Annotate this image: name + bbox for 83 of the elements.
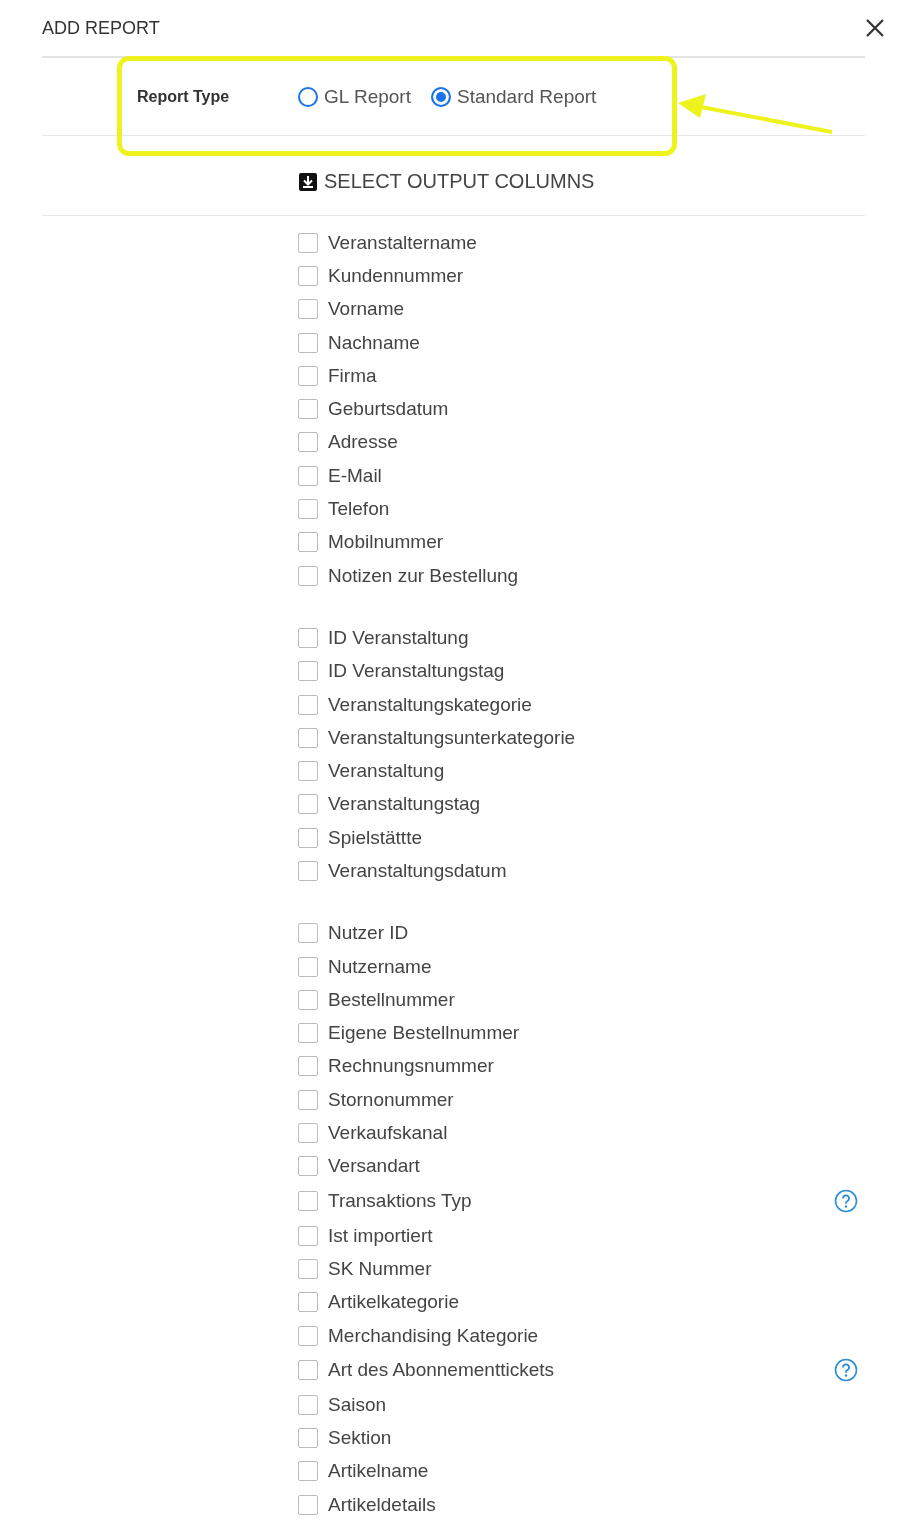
checkbox[interactable]	[298, 956, 318, 977]
column-option-label: Vorname	[328, 298, 405, 321]
checkbox[interactable]	[298, 432, 318, 453]
column-option-label: Ist importiert	[328, 1224, 433, 1247]
column-option-label: Adresse	[328, 431, 398, 454]
column-option-label: Rechnungsnummer	[328, 1055, 494, 1078]
column-option-label: Artikelname	[328, 1460, 429, 1483]
checkbox[interactable]	[298, 1292, 318, 1313]
checkbox[interactable]	[298, 365, 318, 386]
checkbox[interactable]	[298, 565, 318, 586]
checkbox[interactable]	[298, 761, 318, 782]
column-option-label: Saison	[328, 1393, 387, 1416]
column-option-label: Veranstaltung	[328, 760, 445, 783]
column-option-label: Merchandising Kategorie	[328, 1324, 539, 1347]
checkbox[interactable]	[298, 299, 318, 320]
help-icon[interactable]	[834, 1358, 858, 1383]
column-option-label: Veranstaltername	[328, 231, 477, 254]
checkbox[interactable]	[298, 861, 318, 881]
column-option-label: Nutzername	[328, 955, 432, 978]
column-option-label: SK Nummer	[328, 1257, 432, 1280]
checkbox[interactable]	[298, 1360, 318, 1381]
checkbox[interactable]	[298, 265, 318, 286]
column-option-label: Bestellnummer	[328, 988, 455, 1011]
column-option-label: Veranstaltungstag	[328, 793, 481, 816]
checkbox[interactable]	[298, 661, 318, 682]
checkbox[interactable]	[298, 1023, 318, 1044]
column-option-label: Verkaufskanal	[328, 1122, 448, 1145]
checkbox[interactable]	[298, 1325, 318, 1346]
column-option-label: Artikelkategorie	[328, 1291, 459, 1314]
checkbox[interactable]	[298, 332, 318, 353]
checkbox[interactable]	[298, 499, 318, 519]
column-option-label: Transaktions Typ	[328, 1190, 472, 1212]
column-option-label: Nachname	[328, 331, 420, 354]
close-icon	[865, 18, 885, 38]
column-option-label: Versandart	[328, 1155, 420, 1178]
checkbox[interactable]	[298, 532, 318, 553]
column-option-label: Art des Abonnementtickets	[328, 1359, 554, 1382]
checkbox[interactable]	[298, 1123, 318, 1144]
report-type-option[interactable]: Standard Report	[430, 85, 597, 108]
report-type-option[interactable]: GL Report	[298, 85, 411, 108]
checkbox[interactable]	[298, 1394, 318, 1415]
checkbox[interactable]	[298, 1156, 318, 1177]
checkbox[interactable]	[298, 1089, 318, 1110]
column-option-label: Artikeldetails	[328, 1493, 436, 1516]
column-option-label: Nutzer ID	[328, 922, 409, 945]
checkbox[interactable]	[298, 989, 318, 1010]
column-option-label: Veranstaltungsdatum	[328, 860, 507, 882]
report-type-label: Report Type	[137, 87, 231, 106]
column-option-label: Eigene Bestellnummer	[328, 1022, 520, 1045]
column-option-label: Notizen zur Bestellung	[328, 564, 519, 587]
checkbox[interactable]	[298, 727, 318, 748]
checkbox[interactable]	[298, 1258, 318, 1279]
column-option-label: Mobilnummer	[328, 531, 444, 554]
checkbox[interactable]	[298, 465, 318, 486]
column-option-label: Veranstaltungsunterkategorie	[328, 726, 576, 749]
column-option-label: ID Veranstaltung	[328, 626, 469, 649]
download-icon	[298, 171, 318, 192]
checkbox[interactable]	[298, 399, 318, 420]
column-option-label: Geburtsdatum	[328, 398, 449, 421]
checkbox[interactable]	[298, 694, 318, 715]
section-title: SELECT OUTPUT COLUMNS	[324, 170, 595, 193]
checkbox[interactable]	[298, 923, 318, 944]
checkbox[interactable]	[298, 1056, 318, 1077]
column-option-label: E-Mail	[328, 464, 382, 487]
checkbox[interactable]	[298, 1461, 318, 1482]
column-option-label: Telefon	[328, 498, 390, 520]
checkbox[interactable]	[298, 1428, 318, 1449]
dialog-title: ADD REPORT	[42, 17, 160, 39]
column-option-label: Stornonummer	[328, 1088, 454, 1111]
checkbox[interactable]	[298, 794, 318, 815]
column-option-label: Spielstättte	[328, 826, 422, 849]
column-option-label: Firma	[328, 364, 377, 387]
help-icon[interactable]	[834, 1189, 858, 1213]
checkbox[interactable]	[298, 1225, 318, 1246]
checkbox[interactable]	[298, 1494, 318, 1515]
column-option-label: Kundennummer	[328, 264, 464, 287]
column-option-label: Veranstaltungskategorie	[328, 693, 532, 716]
checkbox[interactable]	[298, 827, 318, 848]
column-option-label: ID Veranstaltungstag	[328, 660, 505, 683]
checkbox[interactable]	[298, 627, 318, 648]
column-option-label: Sektion	[328, 1427, 392, 1450]
checkbox[interactable]	[298, 232, 318, 253]
checkbox[interactable]	[298, 1191, 318, 1211]
